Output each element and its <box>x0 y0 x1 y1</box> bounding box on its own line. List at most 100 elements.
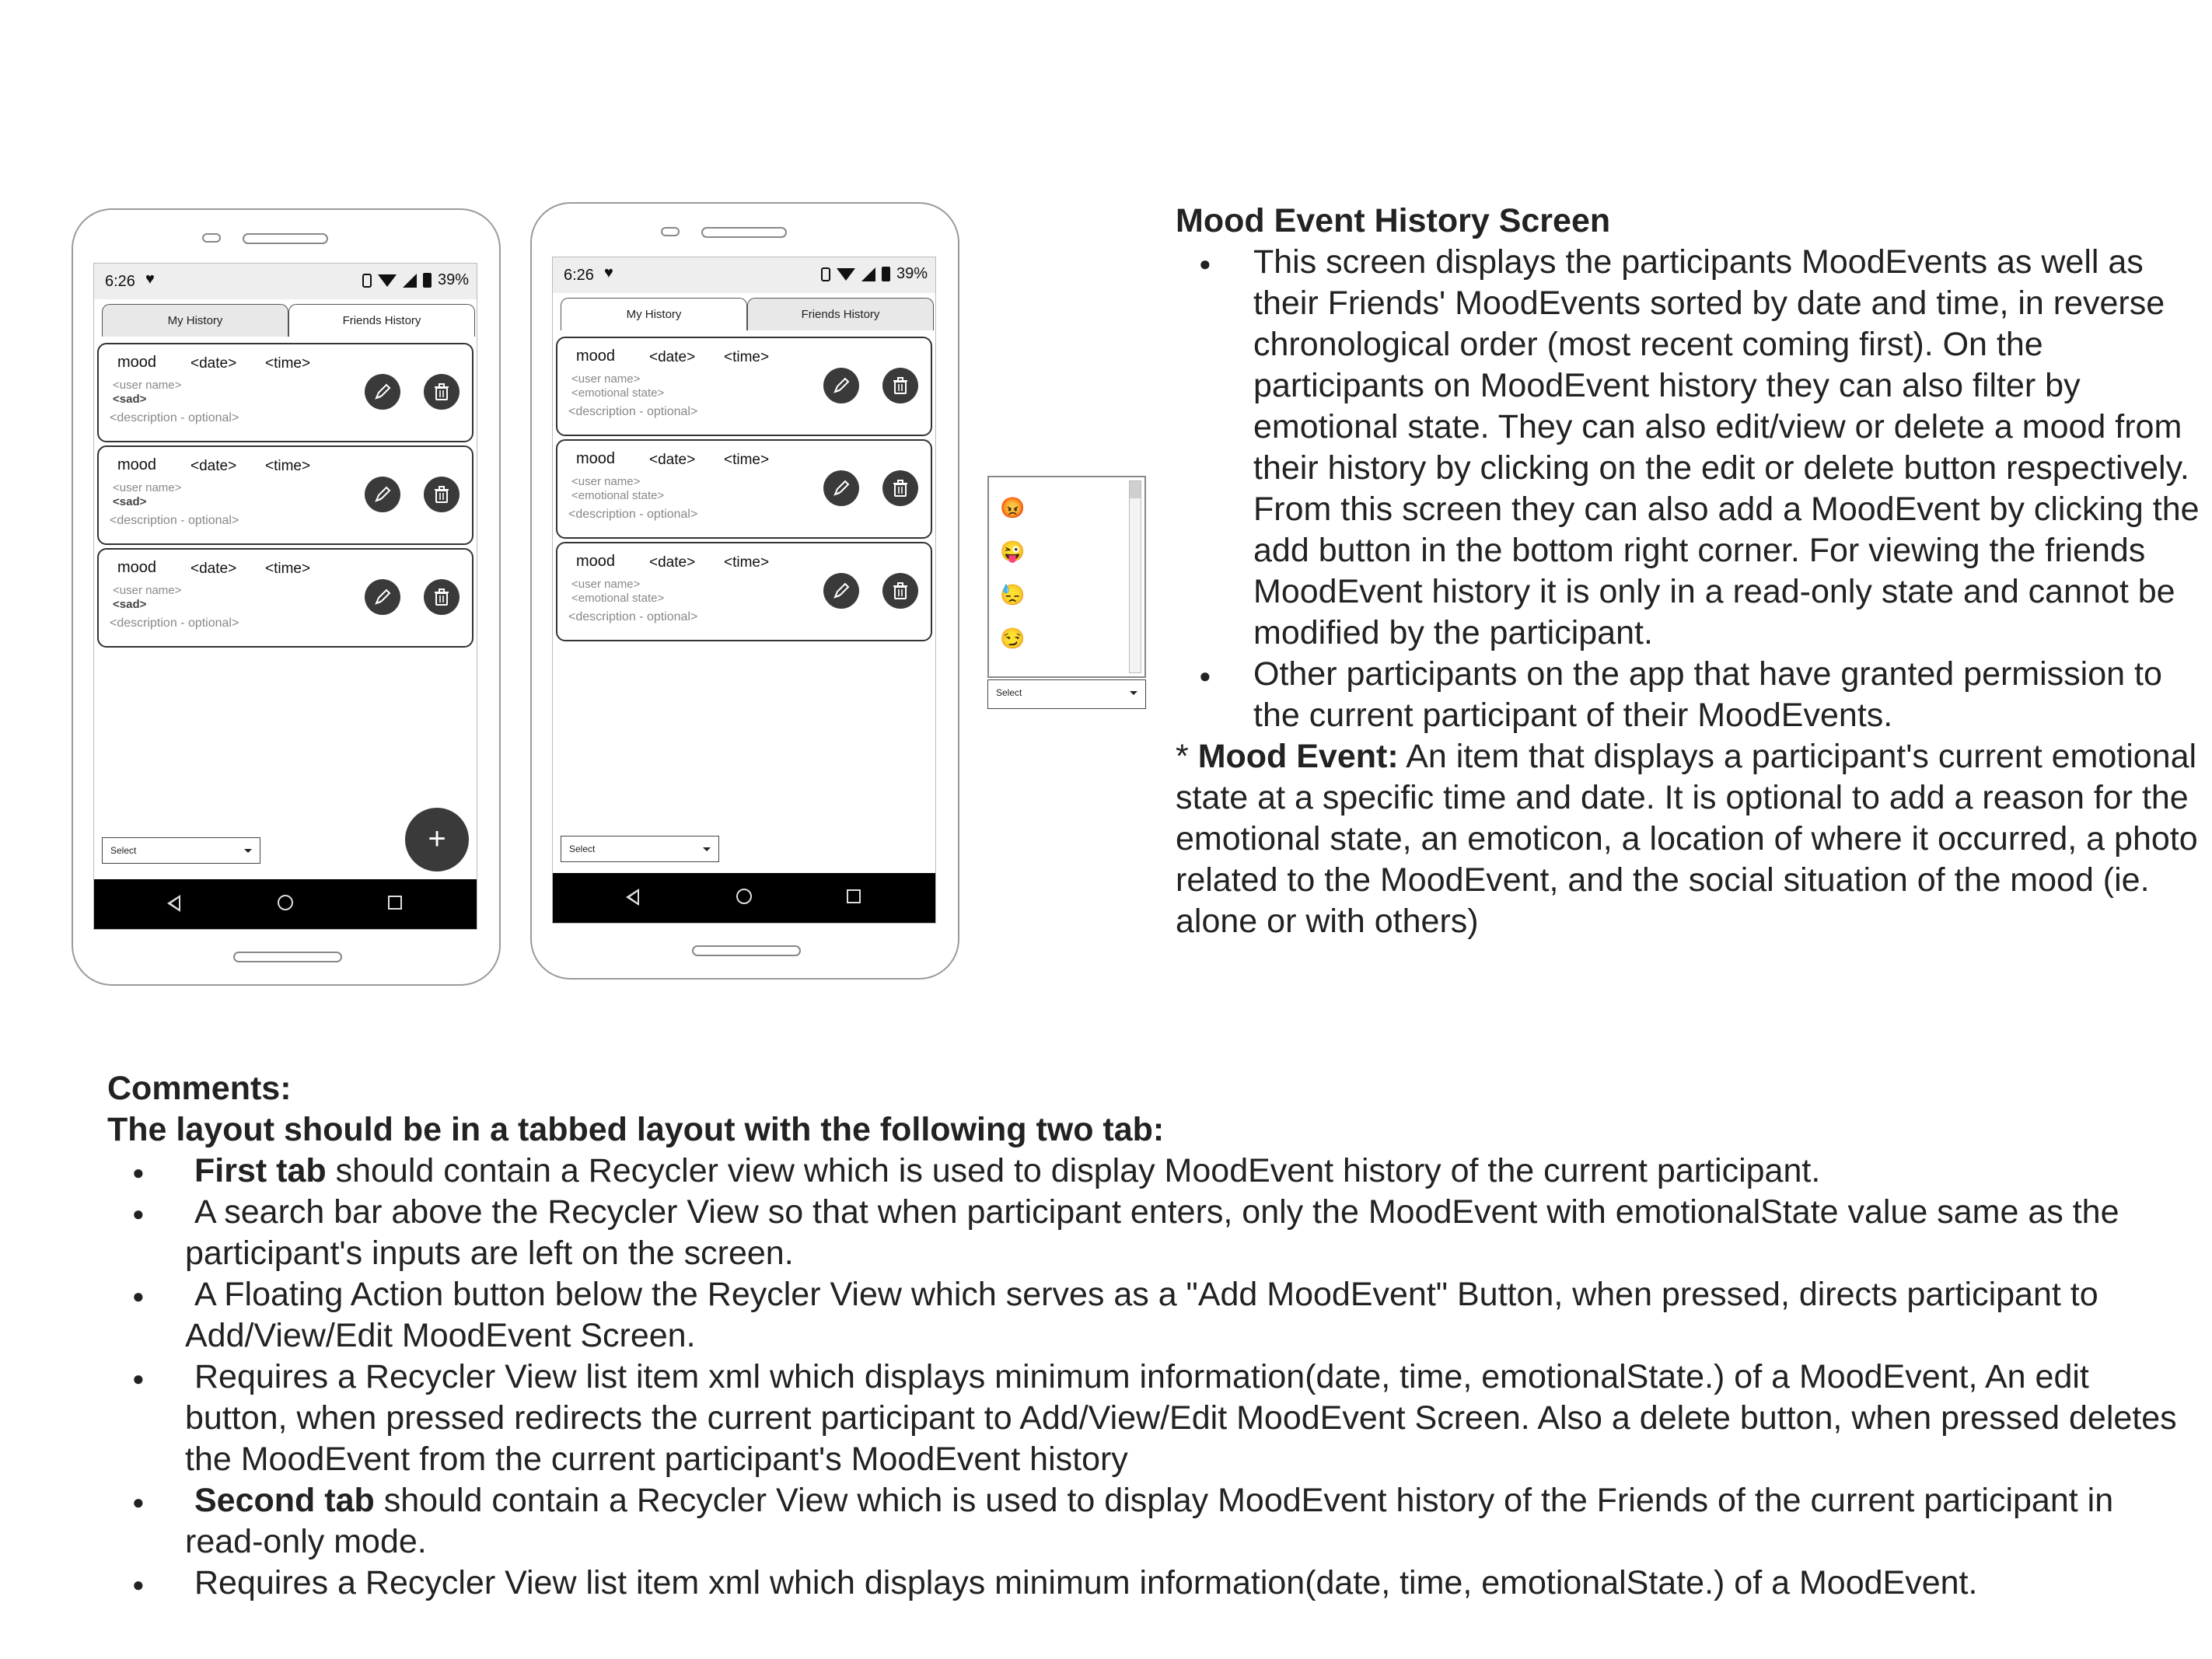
heart-icon: ♥ <box>604 264 613 281</box>
card-emotional-state: <emotional state> <box>571 386 665 400</box>
signal-icon <box>861 267 875 281</box>
status-time: 6:26 <box>564 267 594 284</box>
sweat-emoji-option[interactable]: 😓 <box>1000 583 1025 606</box>
card-date: <date> <box>190 355 237 372</box>
edit-button[interactable] <box>823 573 859 609</box>
card-mood: mood <box>576 348 616 365</box>
battery-icon <box>422 273 432 288</box>
scrollbar-thumb[interactable] <box>1130 481 1141 498</box>
select-label: Select <box>569 843 596 854</box>
vibrate-icon <box>820 267 830 281</box>
edit-button[interactable] <box>823 470 859 506</box>
delete-button[interactable] <box>882 573 918 609</box>
mood-event-definition: * Mood Event: An item that displays a pa… <box>1176 736 2202 942</box>
tab-my-history[interactable]: My History <box>102 304 288 337</box>
smirk-emoji-option[interactable]: 😏 <box>1000 627 1025 650</box>
battery-icon <box>881 267 890 281</box>
comments-subtitle: The layout should be in a tabbed layout … <box>107 1111 1165 1148</box>
card-mood: mood <box>576 553 616 570</box>
signal-icon <box>402 273 417 288</box>
android-nav-bar <box>94 879 477 929</box>
add-mood-event-fab[interactable]: + <box>405 808 469 871</box>
home-icon[interactable] <box>278 895 293 910</box>
edit-button[interactable] <box>365 579 400 615</box>
chevron-down-icon <box>1130 691 1137 695</box>
card-emotional-state: <emotional state> <box>571 489 665 502</box>
comment-text: A Floating Action button below the Reycl… <box>185 1276 2098 1354</box>
comment-item: Requires a Recycler View list item xml w… <box>107 1563 2191 1605</box>
comment-item: First tab should contain a Recycler view… <box>107 1151 2191 1193</box>
delete-button[interactable] <box>882 368 918 403</box>
back-icon[interactable] <box>167 895 180 912</box>
card-mood: mood <box>576 450 616 467</box>
card-description: <description - optional> <box>568 405 698 418</box>
edit-button[interactable] <box>365 374 400 410</box>
card-user-name: <user name> <box>571 475 641 488</box>
battery-percent: 39% <box>437 271 469 288</box>
edit-button[interactable] <box>823 368 859 403</box>
dropdown-scrollbar[interactable] <box>1129 480 1141 673</box>
comment-bold: Second tab <box>194 1482 375 1519</box>
emotional-state-filter-select[interactable]: Select <box>561 836 719 862</box>
recent-apps-icon[interactable] <box>847 889 861 903</box>
card-date: <date> <box>190 561 237 577</box>
mood-event-card[interactable]: mood <date> <time> <user name> <emotiona… <box>556 439 932 539</box>
card-mood: mood <box>117 559 157 576</box>
edit-button[interactable] <box>365 477 400 512</box>
card-emotional-state: <sad> <box>113 495 147 508</box>
tab-my-history[interactable]: My History <box>561 298 747 330</box>
definition-prefix: * <box>1176 738 1198 775</box>
card-time: <time> <box>265 355 311 372</box>
tab-friends-history[interactable]: Friends History <box>747 298 934 330</box>
recent-apps-icon[interactable] <box>388 896 402 910</box>
pencil-icon <box>375 589 391 605</box>
emotional-state-dropdown-list[interactable]: 😡 😜 😓 😏 <box>987 476 1146 678</box>
heart-icon: ♥ <box>145 271 155 288</box>
delete-button[interactable] <box>424 477 460 512</box>
chevron-down-icon <box>244 849 252 853</box>
emotional-state-filter-select[interactable]: Select <box>102 837 260 864</box>
delete-button[interactable] <box>882 470 918 506</box>
angry-emoji-option[interactable]: 😡 <box>1000 496 1025 519</box>
card-time: <time> <box>265 561 311 577</box>
trash-icon <box>893 480 907 497</box>
emotional-state-select[interactable]: Select <box>987 679 1146 709</box>
pencil-icon <box>833 582 850 599</box>
tab-friends-history-label: Friends History <box>801 308 880 321</box>
comment-item: Second tab should contain a Recycler Vie… <box>107 1480 2191 1563</box>
home-icon[interactable] <box>736 889 752 904</box>
card-description: <description - optional> <box>568 610 698 623</box>
wink-tongue-emoji-option[interactable]: 😜 <box>1000 540 1025 563</box>
vibrate-icon <box>362 273 372 288</box>
card-description: <description - optional> <box>568 508 698 521</box>
pencil-icon <box>375 383 391 400</box>
comment-text: should contain a Recycler View which is … <box>185 1482 2114 1560</box>
android-nav-bar <box>553 873 935 923</box>
phone-home-bar <box>692 945 801 956</box>
card-emotional-state: <sad> <box>113 393 147 406</box>
delete-button[interactable] <box>424 374 460 410</box>
back-icon[interactable] <box>626 889 639 906</box>
card-user-name: <user name> <box>113 584 182 597</box>
card-user-name: <user name> <box>571 578 641 591</box>
mood-event-card[interactable]: mood <date> <time> <user name> <sad> <de… <box>97 445 474 545</box>
comment-bold: First tab <box>194 1152 327 1189</box>
comment-item: A Floating Action button below the Reycl… <box>107 1274 2191 1357</box>
trash-icon <box>893 582 907 599</box>
status-bar: 6:26 ♥ 39% <box>553 257 935 293</box>
select-label: Select <box>110 845 137 856</box>
card-user-name: <user name> <box>113 481 182 494</box>
comments-section: Comments: The layout should be in a tabb… <box>107 1068 2191 1605</box>
card-date: <date> <box>649 452 696 468</box>
delete-button[interactable] <box>424 579 460 615</box>
tab-friends-history[interactable]: Friends History <box>288 304 475 337</box>
mood-event-card[interactable]: mood <date> <time> <user name> <emotiona… <box>556 337 932 436</box>
phone-speaker <box>701 227 787 238</box>
card-description: <description - optional> <box>110 411 239 424</box>
trash-icon <box>435 486 449 503</box>
status-bar: 6:26 ♥ 39% <box>94 264 477 299</box>
mood-event-card[interactable]: mood <date> <time> <user name> <sad> <de… <box>97 548 474 648</box>
mood-event-card[interactable]: mood <date> <time> <user name> <emotiona… <box>556 542 932 641</box>
phone-mockup-my-history: 6:26 ♥ 39% My History Friends History mo… <box>72 208 501 986</box>
mood-event-card[interactable]: mood <date> <time> <user name> <sad> <de… <box>97 343 474 442</box>
